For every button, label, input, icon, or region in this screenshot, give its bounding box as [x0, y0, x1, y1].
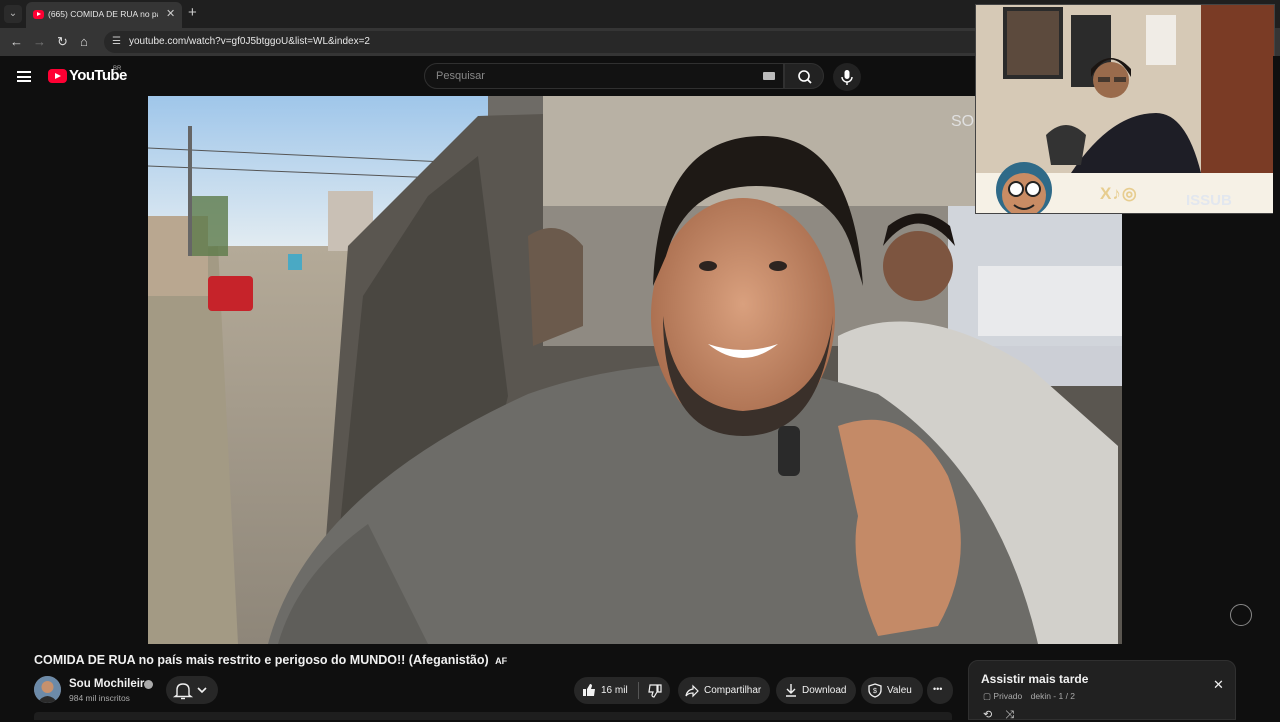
playlist-meta: ▢ Privado dekin - 1 / 2	[983, 691, 1075, 702]
shuffle-icon[interactable]: ⤨	[1005, 709, 1014, 721]
video-title: COMIDA DE RUA no país mais restrito e pe…	[34, 653, 507, 667]
subscriber-count: 984 mil inscritos	[69, 693, 130, 703]
tab-close-icon[interactable]: ✕	[166, 7, 175, 20]
download-button[interactable]: Download	[776, 677, 856, 704]
home-icon[interactable]: ⌂	[80, 34, 88, 49]
site-info-icon[interactable]: ☰	[112, 36, 121, 47]
download-label: Download	[802, 685, 847, 696]
avatar-image	[34, 676, 61, 703]
thumbs-up-icon	[583, 684, 595, 696]
search-button[interactable]	[784, 63, 824, 89]
lock-icon: ▢	[983, 691, 992, 701]
globe-icon[interactable]	[1230, 604, 1252, 626]
video-title-text: COMIDA DE RUA no país mais restrito e pe…	[34, 653, 489, 667]
more-icon: •••	[933, 684, 943, 694]
youtube-favicon-icon	[33, 10, 44, 19]
youtube-logo-icon[interactable]	[48, 69, 67, 83]
streamer-webcam-overlay: ISSUB	[975, 4, 1275, 214]
back-icon[interactable]: ←	[10, 34, 23, 49]
reload-icon[interactable]: ↻	[57, 34, 68, 50]
channel-name[interactable]: Sou Mochileiro	[69, 678, 151, 690]
playlist-title[interactable]: Assistir mais tarde	[981, 672, 1088, 686]
thumbs-down-icon	[648, 684, 662, 698]
thanks-button[interactable]: $ Valeu	[861, 677, 923, 704]
close-icon[interactable]: ✕	[1213, 677, 1224, 693]
browser-tab[interactable]: (665) COMIDA DE RUA no país ✕	[26, 2, 182, 28]
url-field[interactable]: ☰ youtube.com/watch?v=gf0J5btggoU&list=W…	[104, 31, 984, 53]
verified-icon	[144, 680, 153, 689]
like-button[interactable]: 16 mil	[574, 677, 636, 704]
search-icon	[798, 70, 812, 84]
title-flag-badge: AF	[495, 656, 508, 666]
notification-bell-button[interactable]	[166, 676, 218, 704]
bell-icon	[172, 683, 207, 700]
loop-icon[interactable]: ⟲	[983, 709, 992, 721]
tab-list-chevron-icon[interactable]: ⌄	[4, 5, 22, 23]
thanks-label: Valeu	[887, 685, 912, 696]
description-box-edge[interactable]	[34, 712, 952, 720]
social-handles: X♪◎	[1100, 184, 1138, 203]
menu-icon[interactable]	[17, 71, 31, 82]
country-code: BR	[113, 66, 122, 72]
like-divider	[638, 682, 639, 699]
new-tab-icon[interactable]: +	[188, 4, 197, 21]
search-input[interactable]: Pesquisar	[424, 63, 784, 89]
page-scrollbar[interactable]	[1273, 56, 1280, 720]
share-button[interactable]: Compartilhar	[678, 677, 770, 704]
more-actions-button[interactable]: •••	[927, 677, 953, 704]
playlist-panel: Assistir mais tarde ✕ ▢ Privado dekin - …	[968, 660, 1236, 721]
owner-index: dekin - 1 / 2	[1030, 691, 1076, 701]
keyboard-icon[interactable]	[763, 72, 775, 80]
svg-text:$: $	[873, 688, 877, 695]
voice-search-button[interactable]	[833, 63, 861, 91]
forward-icon[interactable]: →	[33, 34, 46, 49]
url-text: youtube.com/watch?v=gf0J5btggoU&list=WL&…	[129, 36, 370, 47]
microphone-icon	[841, 70, 853, 85]
search-placeholder: Pesquisar	[436, 70, 485, 82]
privacy-label: Privado	[993, 691, 1023, 701]
download-icon	[786, 684, 796, 697]
video-watermark: SO	[951, 113, 974, 130]
tab-title: (665) COMIDA DE RUA no país	[48, 9, 158, 19]
super-thanks-icon: $	[868, 683, 882, 698]
share-icon	[685, 684, 699, 698]
like-count: 16 mil	[601, 685, 628, 696]
svg-text:ISSUB: ISSUB	[1186, 192, 1232, 209]
share-label: Compartilhar	[704, 685, 762, 696]
channel-avatar[interactable]	[34, 676, 61, 703]
webcam-image: ISSUB	[976, 5, 1274, 213]
dislike-button[interactable]	[640, 677, 670, 704]
like-dislike-group: 16 mil	[574, 677, 670, 704]
